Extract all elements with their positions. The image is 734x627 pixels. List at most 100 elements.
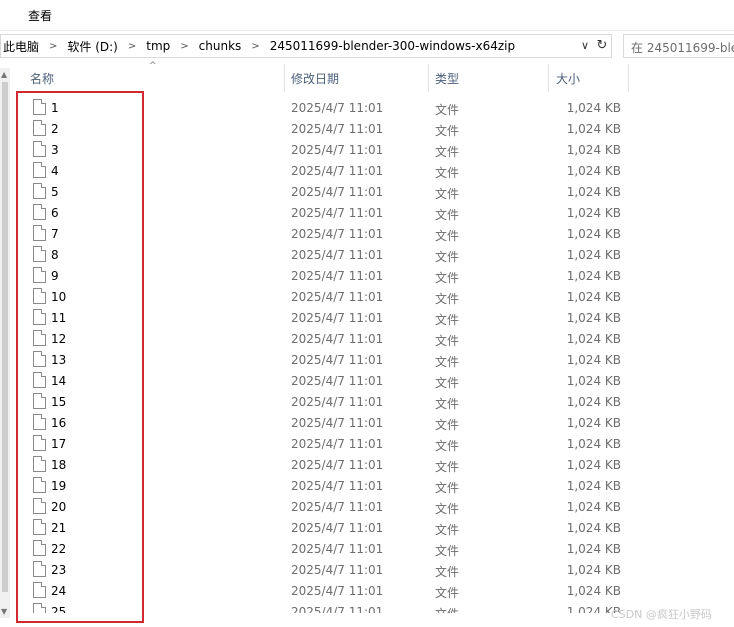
file-name: 17: [51, 437, 67, 451]
file-size: 1,024 KB: [566, 290, 621, 304]
file-modified-date: 2025/4/7 11:01: [291, 605, 384, 613]
file-row[interactable]: 19 2025/4/7 11:01 文件 1,024 KB: [0, 476, 734, 497]
file-size: 1,024 KB: [566, 311, 621, 325]
file-name: 20: [51, 500, 67, 514]
file-row[interactable]: 1 2025/4/7 11:01 文件 1,024 KB: [0, 98, 734, 119]
file-type: 文件: [435, 376, 460, 390]
file-icon: [33, 99, 46, 115]
column-divider[interactable]: [284, 64, 285, 92]
file-type: 文件: [435, 271, 460, 285]
file-modified-date: 2025/4/7 11:01: [291, 395, 384, 409]
refresh-icon[interactable]: ↻: [594, 37, 610, 55]
file-row[interactable]: 13 2025/4/7 11:01 文件 1,024 KB: [0, 350, 734, 371]
menu-view[interactable]: 查看: [28, 7, 52, 24]
file-row[interactable]: 9 2025/4/7 11:01 文件 1,024 KB: [0, 266, 734, 287]
file-type: 文件: [435, 124, 460, 138]
file-type: 文件: [435, 397, 460, 411]
file-row[interactable]: 23 2025/4/7 11:01 文件 1,024 KB: [0, 560, 734, 581]
breadcrumb-chunks[interactable]: chunks: [197, 39, 244, 53]
file-row[interactable]: 5 2025/4/7 11:01 文件 1,024 KB: [0, 182, 734, 203]
file-row[interactable]: 3 2025/4/7 11:01 文件 1,024 KB: [0, 140, 734, 161]
file-row[interactable]: 18 2025/4/7 11:01 文件 1,024 KB: [0, 455, 734, 476]
file-size: 1,024 KB: [566, 395, 621, 409]
breadcrumb-separator-icon[interactable]: >: [243, 41, 267, 52]
file-modified-date: 2025/4/7 11:01: [291, 584, 384, 598]
file-row[interactable]: 15 2025/4/7 11:01 文件 1,024 KB: [0, 392, 734, 413]
watermark: CSDN @疯狂小野码: [611, 608, 712, 621]
column-divider[interactable]: [428, 64, 429, 92]
file-modified-date: 2025/4/7 11:01: [291, 143, 384, 157]
column-divider[interactable]: [548, 64, 549, 92]
file-size: 1,024 KB: [566, 101, 621, 115]
file-icon: [33, 540, 46, 556]
file-row[interactable]: 10 2025/4/7 11:01 文件 1,024 KB: [0, 287, 734, 308]
file-modified-date: 2025/4/7 11:01: [291, 122, 384, 136]
file-type: 文件: [435, 523, 460, 537]
file-modified-date: 2025/4/7 11:01: [291, 374, 384, 388]
column-header-size[interactable]: 大小: [556, 70, 580, 87]
file-type: 文件: [435, 334, 460, 348]
file-row[interactable]: 8 2025/4/7 11:01 文件 1,024 KB: [0, 245, 734, 266]
address-dropdown-icon[interactable]: ∨: [578, 38, 592, 54]
file-size: 1,024 KB: [566, 227, 621, 241]
file-name: 21: [51, 521, 67, 535]
column-header-type[interactable]: 类型: [435, 70, 459, 87]
file-modified-date: 2025/4/7 11:01: [291, 542, 384, 556]
breadcrumb-drive-d[interactable]: 软件 (D:): [65, 38, 119, 55]
file-name: 14: [51, 374, 67, 388]
file-icon: [33, 330, 46, 346]
file-type: 文件: [435, 586, 460, 600]
breadcrumb-separator-icon[interactable]: >: [120, 41, 144, 52]
file-row[interactable]: 7 2025/4/7 11:01 文件 1,024 KB: [0, 224, 734, 245]
file-size: 1,024 KB: [566, 122, 621, 136]
file-name: 11: [51, 311, 67, 325]
file-modified-date: 2025/4/7 11:01: [291, 311, 384, 325]
scroll-up-icon[interactable]: ▲: [1, 70, 7, 79]
file-row[interactable]: 12 2025/4/7 11:01 文件 1,024 KB: [0, 329, 734, 350]
file-type: 文件: [435, 103, 460, 117]
file-type: 文件: [435, 166, 460, 180]
file-row[interactable]: 24 2025/4/7 11:01 文件 1,024 KB: [0, 581, 734, 602]
address-bar[interactable]: 此电脑 > 软件 (D:) > tmp > chunks > 245011699…: [0, 34, 612, 58]
column-divider[interactable]: [628, 64, 629, 92]
file-name: 9: [51, 269, 59, 283]
file-row[interactable]: 20 2025/4/7 11:01 文件 1,024 KB: [0, 497, 734, 518]
file-size: 1,024 KB: [566, 206, 621, 220]
file-size: 1,024 KB: [566, 521, 621, 535]
file-row[interactable]: 22 2025/4/7 11:01 文件 1,024 KB: [0, 539, 734, 560]
file-row[interactable]: 17 2025/4/7 11:01 文件 1,024 KB: [0, 434, 734, 455]
file-row[interactable]: 16 2025/4/7 11:01 文件 1,024 KB: [0, 413, 734, 434]
breadcrumb-separator-icon[interactable]: >: [172, 41, 196, 52]
breadcrumb-separator-icon[interactable]: >: [41, 41, 65, 52]
file-modified-date: 2025/4/7 11:01: [291, 416, 384, 430]
file-size: 1,024 KB: [566, 374, 621, 388]
file-type: 文件: [435, 605, 459, 613]
file-icon: [33, 120, 46, 136]
file-row[interactable]: 21 2025/4/7 11:01 文件 1,024 KB: [0, 518, 734, 539]
file-icon: [33, 288, 46, 304]
file-name: 7: [51, 227, 59, 241]
breadcrumb-this-pc[interactable]: 此电脑: [1, 38, 41, 55]
file-size: 1,024 KB: [566, 143, 621, 157]
breadcrumb: 此电脑 > 软件 (D:) > tmp > chunks > 245011699…: [1, 35, 517, 57]
file-row[interactable]: 11 2025/4/7 11:01 文件 1,024 KB: [0, 308, 734, 329]
file-row[interactable]: 14 2025/4/7 11:01 文件 1,024 KB: [0, 371, 734, 392]
file-type: 文件: [435, 187, 460, 201]
file-row[interactable]: 6 2025/4/7 11:01 文件 1,024 KB: [0, 203, 734, 224]
file-icon: [33, 246, 46, 262]
file-type: 文件: [435, 460, 460, 474]
file-row[interactable]: 4 2025/4/7 11:01 文件 1,024 KB: [0, 161, 734, 182]
column-header-name[interactable]: 名称: [30, 70, 54, 87]
file-size: 1,024 KB: [566, 164, 621, 178]
breadcrumb-current-folder[interactable]: 245011699-blender-300-windows-x64zip: [268, 39, 517, 53]
column-header-date[interactable]: 修改日期: [291, 70, 339, 87]
file-type: 文件: [435, 481, 460, 495]
breadcrumb-tmp[interactable]: tmp: [144, 39, 172, 53]
file-icon: [33, 393, 46, 409]
search-input[interactable]: 在 245011699-blender-300-windows-x64zip 中…: [623, 34, 734, 58]
file-modified-date: 2025/4/7 11:01: [291, 185, 384, 199]
file-modified-date: 2025/4/7 11:01: [291, 479, 384, 493]
file-row[interactable]: 2 2025/4/7 11:01 文件 1,024 KB: [0, 119, 734, 140]
file-name: 10: [51, 290, 67, 304]
file-icon: [33, 456, 46, 472]
